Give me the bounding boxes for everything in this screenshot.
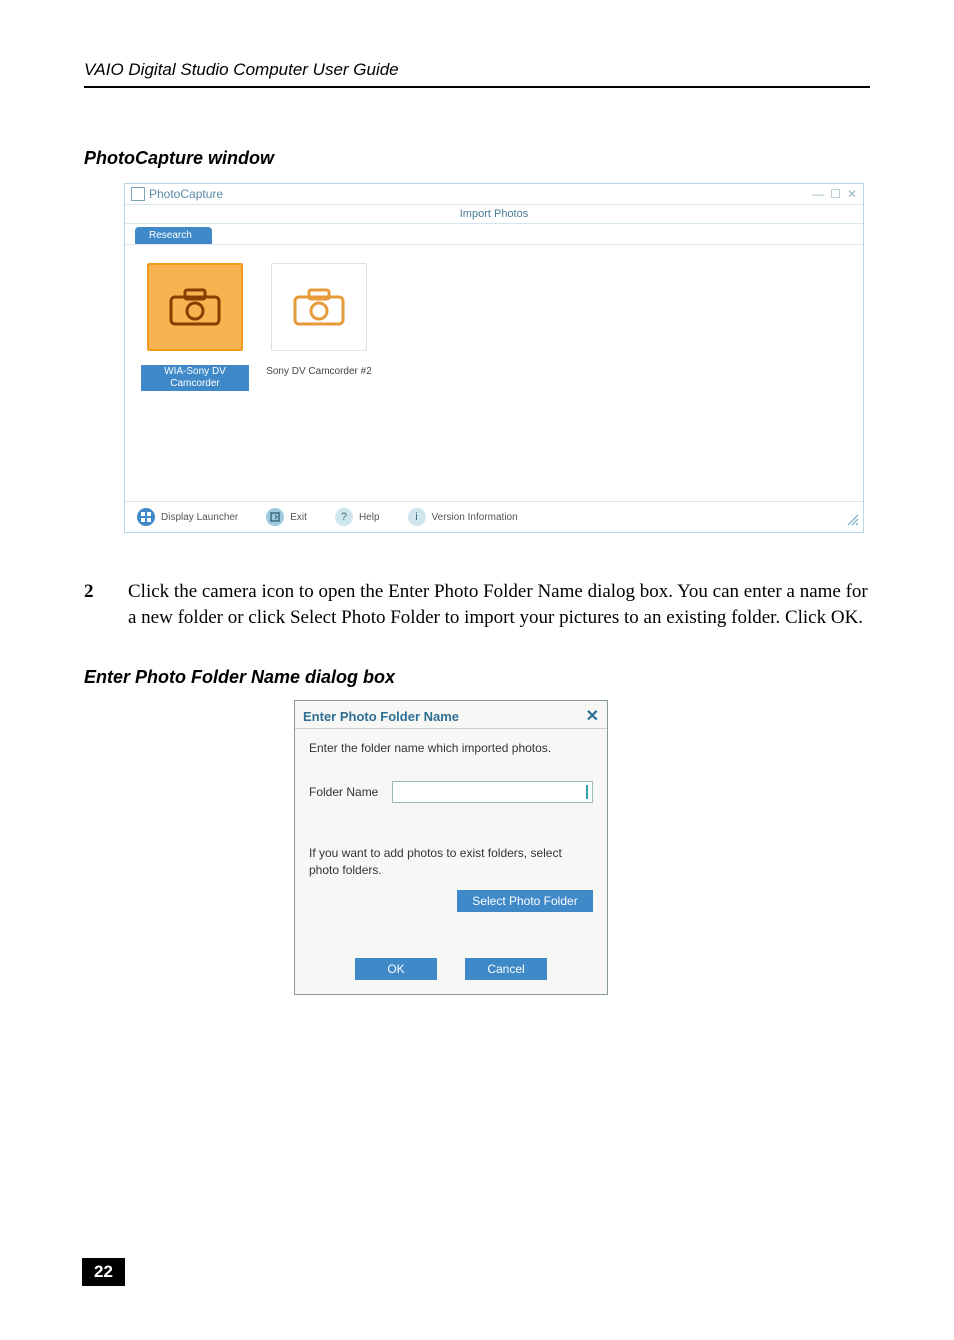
version-label: Version Information xyxy=(432,512,518,523)
dialog-title: Enter Photo Folder Name xyxy=(303,709,459,724)
folder-name-field[interactable] xyxy=(392,781,593,803)
info-icon: i xyxy=(408,508,426,526)
device-item[interactable]: WIA-Sony DV Camcorder xyxy=(141,263,249,391)
pc-body: WIA-Sony DV Camcorder Sony DV Camcorder … xyxy=(125,245,863,501)
step-text: Click the camera icon to open the Enter … xyxy=(128,579,870,631)
tab-research[interactable]: Research xyxy=(135,227,212,244)
exit-icon xyxy=(266,508,284,526)
help-icon: ? xyxy=(335,508,353,526)
doc-header: VAIO Digital Studio Computer User Guide xyxy=(84,60,870,86)
help-label: Help xyxy=(359,512,380,523)
version-info-button[interactable]: i Version Information xyxy=(408,508,518,526)
caption-photocapture: PhotoCapture window xyxy=(84,148,870,169)
step-row: 2 Click the camera icon to open the Ente… xyxy=(84,579,870,631)
section-bar: Import Photos xyxy=(125,205,863,224)
enter-folder-dialog: Enter Photo Folder Name ✕ Enter the fold… xyxy=(294,700,608,994)
device-item[interactable]: Sony DV Camcorder #2 xyxy=(265,263,373,391)
maximize-icon[interactable]: ☐ xyxy=(830,187,841,201)
minimize-icon[interactable]: — xyxy=(812,187,824,201)
camera-icon xyxy=(271,263,367,351)
caption-dialog: Enter Photo Folder Name dialog box xyxy=(84,667,870,688)
pc-statusbar: Display Launcher Exit ? Help i Version I… xyxy=(125,501,863,532)
photocapture-window: PhotoCapture — ☐ ✕ Import Photos Researc… xyxy=(124,183,864,533)
dialog-instruction-2: If you want to add photos to exist folde… xyxy=(309,845,593,877)
step-number: 2 xyxy=(84,579,128,631)
dialog-titlebar: Enter Photo Folder Name ✕ xyxy=(295,701,607,728)
pc-titlebar: PhotoCapture — ☐ ✕ xyxy=(125,184,863,205)
close-icon[interactable]: ✕ xyxy=(586,706,599,726)
select-photo-folder-button[interactable]: Select Photo Folder xyxy=(457,890,593,912)
camera-icon xyxy=(147,263,243,351)
exit-button[interactable]: Exit xyxy=(266,508,307,526)
pc-toolbar: Research xyxy=(125,224,863,245)
text-cursor xyxy=(586,785,588,799)
ok-button[interactable]: OK xyxy=(355,958,437,980)
close-icon[interactable]: ✕ xyxy=(847,187,857,201)
device-label: Sony DV Camcorder #2 xyxy=(266,366,372,377)
dialog-instruction-1: Enter the folder name which imported pho… xyxy=(309,741,593,755)
folder-name-label: Folder Name xyxy=(309,785,378,799)
resize-grip-icon[interactable] xyxy=(845,512,859,529)
cancel-button[interactable]: Cancel xyxy=(465,958,547,980)
app-title: PhotoCapture xyxy=(149,187,223,201)
launcher-icon xyxy=(137,508,155,526)
help-button[interactable]: ? Help xyxy=(335,508,380,526)
header-rule xyxy=(84,86,870,88)
app-icon xyxy=(131,187,145,201)
launcher-label: Display Launcher xyxy=(161,512,238,523)
page-number: 22 xyxy=(82,1258,125,1286)
exit-label: Exit xyxy=(290,512,307,523)
device-label: WIA-Sony DV Camcorder xyxy=(141,365,249,391)
display-launcher-button[interactable]: Display Launcher xyxy=(137,508,238,526)
